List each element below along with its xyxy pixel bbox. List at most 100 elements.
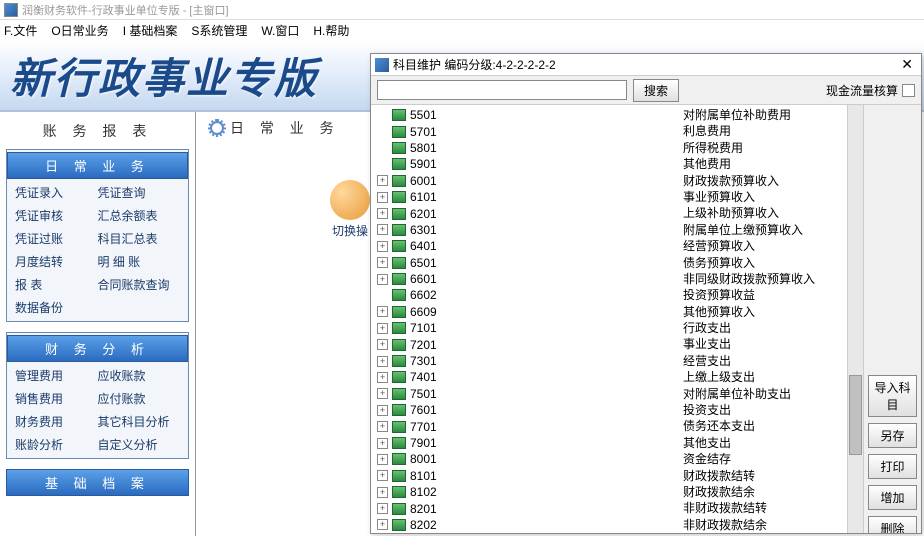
tree-row[interactable]: +8202 — [377, 517, 677, 533]
nav-item[interactable]: 数据备份 — [15, 299, 98, 316]
node-icon — [392, 306, 406, 318]
tree-row[interactable]: +7101 — [377, 320, 677, 336]
side-button[interactable]: 打印 — [868, 454, 917, 479]
nav-item[interactable]: 明 细 账 — [98, 253, 181, 270]
expand-icon[interactable]: + — [377, 487, 388, 498]
expand-icon[interactable]: + — [377, 503, 388, 514]
expand-icon[interactable]: + — [377, 175, 388, 186]
search-input[interactable] — [377, 80, 627, 100]
node-icon — [392, 158, 406, 170]
expand-icon[interactable]: + — [377, 274, 388, 285]
expand-icon[interactable]: + — [377, 339, 388, 350]
tree-row[interactable]: +7501 — [377, 386, 677, 402]
subject-desc: 非财政拨款结转 — [683, 500, 847, 516]
expand-icon[interactable]: + — [377, 257, 388, 268]
tree-row[interactable]: +8102 — [377, 484, 677, 500]
expand-icon[interactable]: + — [377, 421, 388, 432]
tree-row[interactable]: +7701 — [377, 418, 677, 434]
menu-help[interactable]: H.帮助 — [313, 22, 349, 39]
tree-row[interactable]: 5801 — [377, 140, 677, 156]
tree-row[interactable]: +6001 — [377, 173, 677, 189]
menu-sys[interactable]: S系统管理 — [191, 22, 247, 39]
tree-row[interactable]: +7301 — [377, 353, 677, 369]
tree-row[interactable]: 5901 — [377, 156, 677, 172]
switch-operator[interactable]: 切换操 — [330, 180, 370, 239]
nav-item[interactable]: 汇总余额表 — [98, 207, 181, 224]
cashflow-option[interactable]: 现金流量核算 — [826, 82, 915, 99]
nav-item[interactable]: 管理费用 — [15, 367, 98, 384]
expand-icon[interactable]: + — [377, 356, 388, 367]
tree-row[interactable]: +7901 — [377, 435, 677, 451]
side-button[interactable]: 另存 — [868, 423, 917, 448]
menu-window[interactable]: W.窗口 — [261, 22, 299, 39]
tree-row[interactable]: +8201 — [377, 500, 677, 516]
nav-item[interactable]: 其它科目分析 — [98, 413, 181, 430]
subject-desc: 非财政拨款结余 — [683, 517, 847, 533]
tree-row[interactable]: +6609 — [377, 304, 677, 320]
node-icon — [392, 355, 406, 367]
expand-icon[interactable]: + — [377, 438, 388, 449]
menu-file[interactable]: F.文件 — [4, 22, 37, 39]
expand-icon[interactable]: + — [377, 306, 388, 317]
expand-icon[interactable]: + — [377, 372, 388, 383]
tree-row[interactable]: +6201 — [377, 205, 677, 221]
expand-icon[interactable]: + — [377, 224, 388, 235]
nav-item[interactable]: 凭证审核 — [15, 207, 98, 224]
tree-row[interactable]: +6401 — [377, 238, 677, 254]
tree-row[interactable]: +8101 — [377, 468, 677, 484]
nav-item[interactable]: 凭证过账 — [15, 230, 98, 247]
expand-icon[interactable]: + — [377, 323, 388, 334]
scrollbar[interactable] — [847, 105, 863, 533]
expand-icon[interactable]: + — [377, 241, 388, 252]
node-icon — [392, 109, 406, 121]
node-icon — [392, 224, 406, 236]
nav-item[interactable]: 账龄分析 — [15, 436, 98, 453]
nav-item[interactable]: 凭证查询 — [98, 184, 181, 201]
tree-row[interactable]: +6601 — [377, 271, 677, 287]
side-button[interactable]: 删除 — [868, 516, 917, 533]
tree-row[interactable]: +8001 — [377, 451, 677, 467]
section-analysis: 财 务 分 析 — [7, 335, 188, 362]
subject-code: 7501 — [410, 387, 470, 401]
subject-code: 7201 — [410, 338, 470, 352]
close-icon[interactable]: ✕ — [897, 56, 917, 73]
tree-row[interactable]: +7401 — [377, 369, 677, 385]
nav-item[interactable]: 财务费用 — [15, 413, 98, 430]
side-button[interactable]: 增加 — [868, 485, 917, 510]
subject-code: 7101 — [410, 321, 470, 335]
nav-item[interactable]: 应收账款 — [98, 367, 181, 384]
expand-icon[interactable]: + — [377, 405, 388, 416]
tree-row[interactable]: +6101 — [377, 189, 677, 205]
checkbox-icon[interactable] — [902, 84, 915, 97]
nav-item[interactable]: 应付账款 — [98, 390, 181, 407]
menu-base[interactable]: I 基础档案 — [123, 22, 178, 39]
nav-item[interactable]: 报 表 — [15, 276, 98, 293]
expand-icon[interactable]: + — [377, 192, 388, 203]
nav-item[interactable]: 月度结转 — [15, 253, 98, 270]
nav-item[interactable]: 自定义分析 — [98, 436, 181, 453]
scroll-thumb[interactable] — [849, 375, 862, 455]
node-icon — [392, 437, 406, 449]
tree-row[interactable]: +7601 — [377, 402, 677, 418]
nav-item[interactable]: 合同账款查询 — [98, 276, 181, 293]
tree-row[interactable]: 5701 — [377, 123, 677, 139]
tree-row[interactable]: +6501 — [377, 255, 677, 271]
expand-icon[interactable]: + — [377, 388, 388, 399]
nav-item[interactable]: 科目汇总表 — [98, 230, 181, 247]
subject-desc: 经营支出 — [683, 353, 847, 369]
tree-row[interactable]: +6301 — [377, 222, 677, 238]
expand-icon[interactable]: + — [377, 519, 388, 530]
search-button[interactable]: 搜索 — [633, 79, 679, 102]
tree-row[interactable]: +7201 — [377, 336, 677, 352]
subject-tree[interactable]: 5501570158015901+6001+6101+6201+6301+640… — [371, 105, 677, 533]
menu-daily[interactable]: O日常业务 — [51, 22, 108, 39]
side-button[interactable]: 导入科目 — [868, 375, 917, 417]
tree-row[interactable]: 6602 — [377, 287, 677, 303]
node-icon — [392, 208, 406, 220]
expand-icon[interactable]: + — [377, 208, 388, 219]
nav-item[interactable]: 销售费用 — [15, 390, 98, 407]
expand-icon[interactable]: + — [377, 454, 388, 465]
expand-icon[interactable]: + — [377, 470, 388, 481]
tree-row[interactable]: 5501 — [377, 107, 677, 123]
nav-item[interactable]: 凭证录入 — [15, 184, 98, 201]
